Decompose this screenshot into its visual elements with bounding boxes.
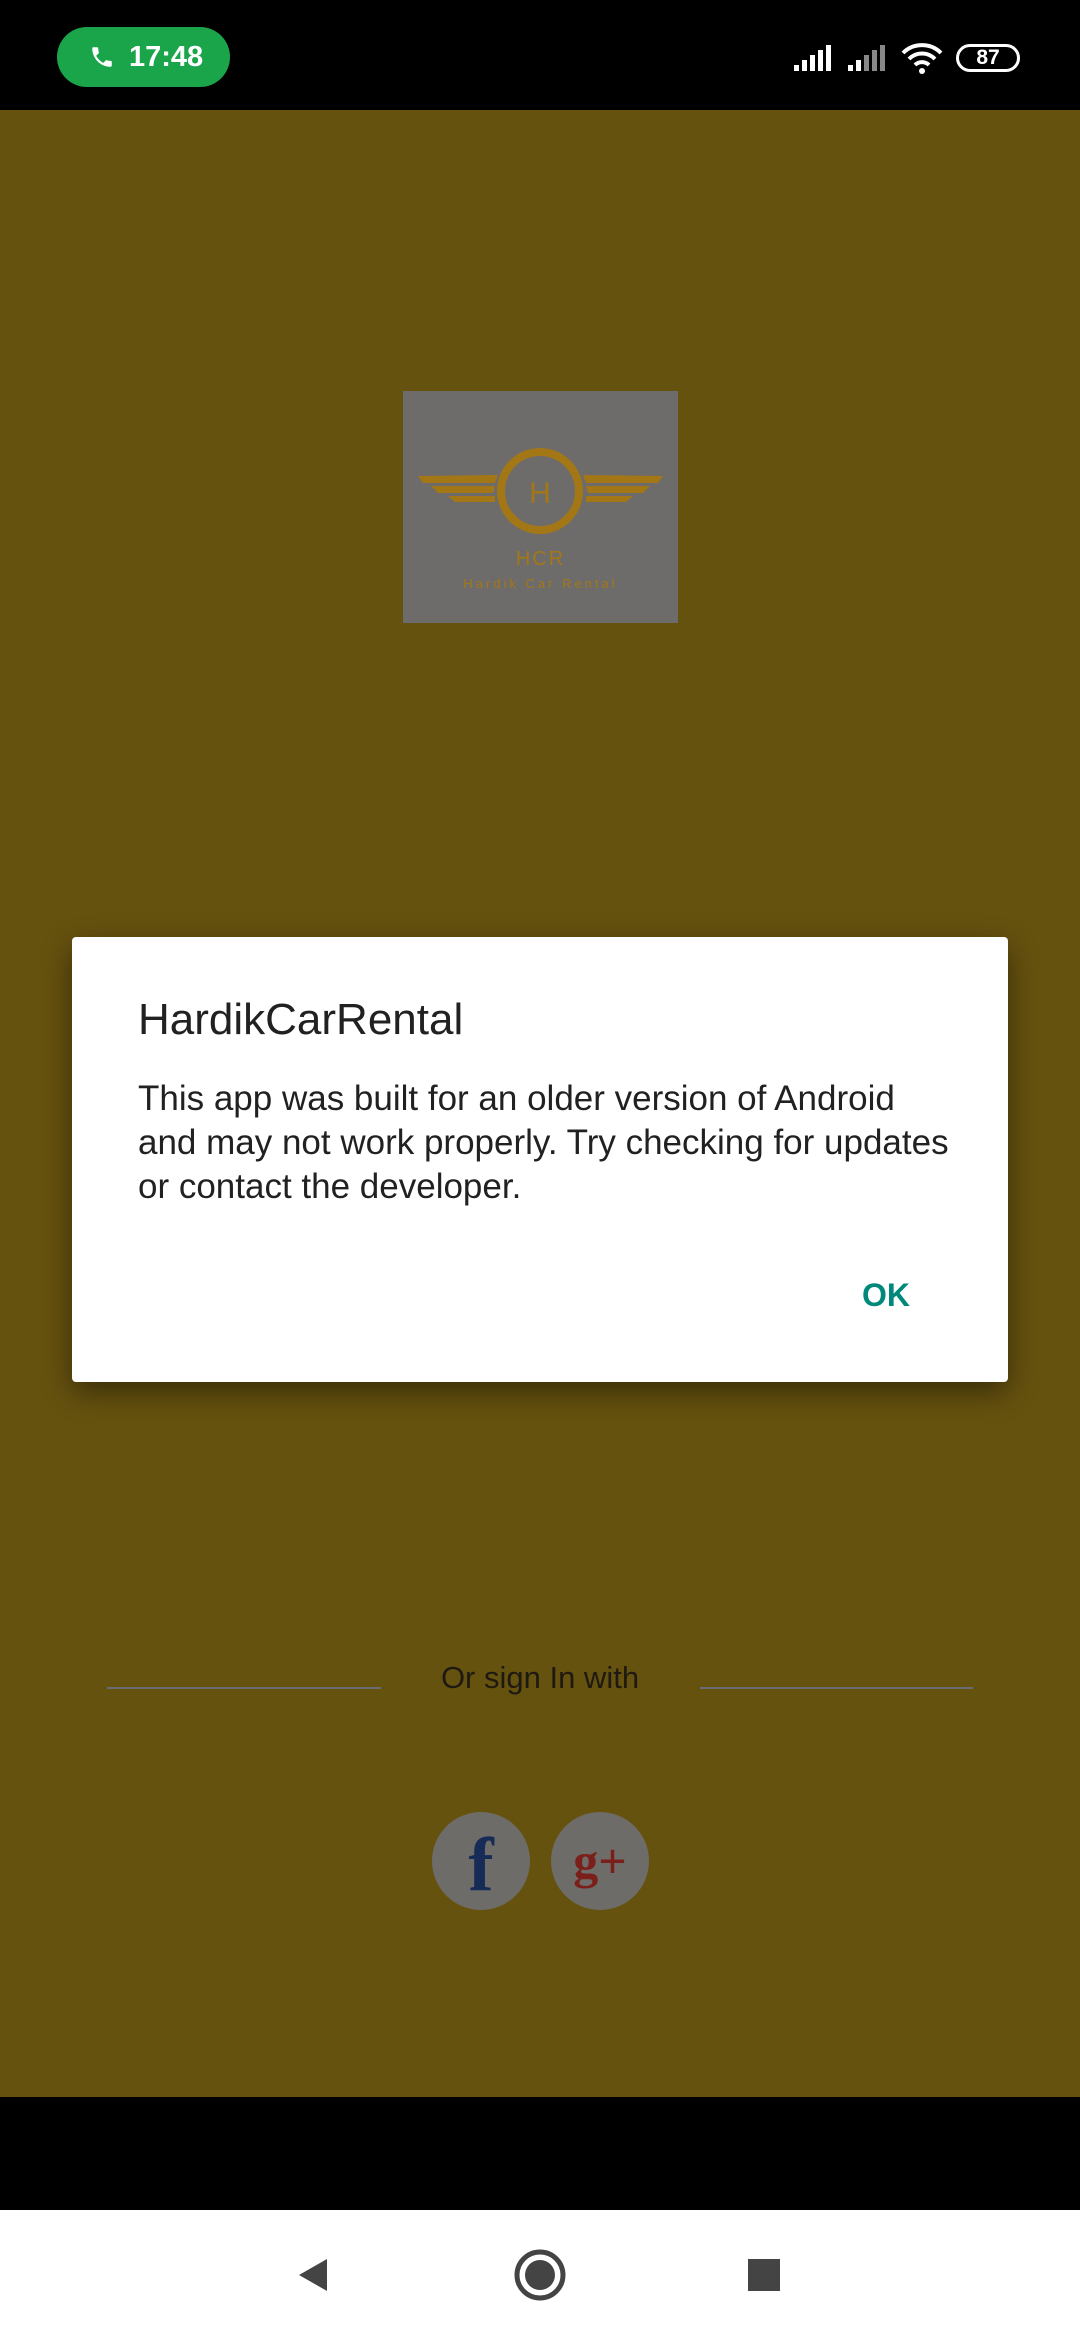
or-sign-in-label: Or sign In with [440, 1660, 640, 1695]
bottom-band [0, 2097, 1080, 2210]
facebook-login-button[interactable]: f [432, 1812, 530, 1910]
compatibility-dialog: HardikCarRental This app was built for a… [72, 937, 1008, 1382]
signal-icon [848, 45, 885, 71]
signal-icon [794, 45, 831, 71]
navigation-bar [0, 2210, 1080, 2340]
nav-home-button[interactable] [470, 2210, 610, 2340]
dialog-message: This app was built for an older version … [138, 1079, 949, 1206]
google-plus-icon: g+ [573, 1833, 627, 1889]
or-sign-in-divider: Or sign In with [0, 1648, 1080, 1708]
call-time: 17:48 [129, 40, 204, 73]
back-triangle-icon [299, 2259, 327, 2291]
wifi-icon [901, 43, 943, 74]
logo-abbreviation: HCR [515, 548, 566, 570]
recents-square-icon [748, 2259, 780, 2291]
nav-back-button[interactable] [243, 2210, 383, 2340]
hcr-logo: H HCR Hardik Car Rental [403, 391, 678, 623]
winged-emblem-icon: H [418, 448, 663, 534]
battery-icon: 87 [956, 44, 1020, 72]
status-icons: 87 [780, 38, 1020, 78]
facebook-icon: f [468, 1822, 494, 1907]
dialog-title: HardikCarRental [138, 995, 464, 1044]
google-plus-login-button[interactable]: g+ [551, 1812, 649, 1910]
divider-line-right [700, 1687, 973, 1689]
logo-name: Hardik Car Rental [463, 576, 618, 591]
nav-recents-button[interactable] [694, 2210, 834, 2340]
phone-icon [92, 47, 112, 67]
screen: 17:48 87 H HCR Hardik Car Rental Or sign… [0, 0, 1080, 2340]
logo-letter: H [529, 477, 551, 510]
ok-button[interactable]: OK [862, 1277, 910, 1314]
battery-level: 87 [976, 46, 1000, 69]
home-circle-icon [514, 2249, 566, 2301]
status-bar: 17:48 87 [0, 0, 1080, 110]
ongoing-call-pill[interactable]: 17:48 [57, 27, 230, 87]
